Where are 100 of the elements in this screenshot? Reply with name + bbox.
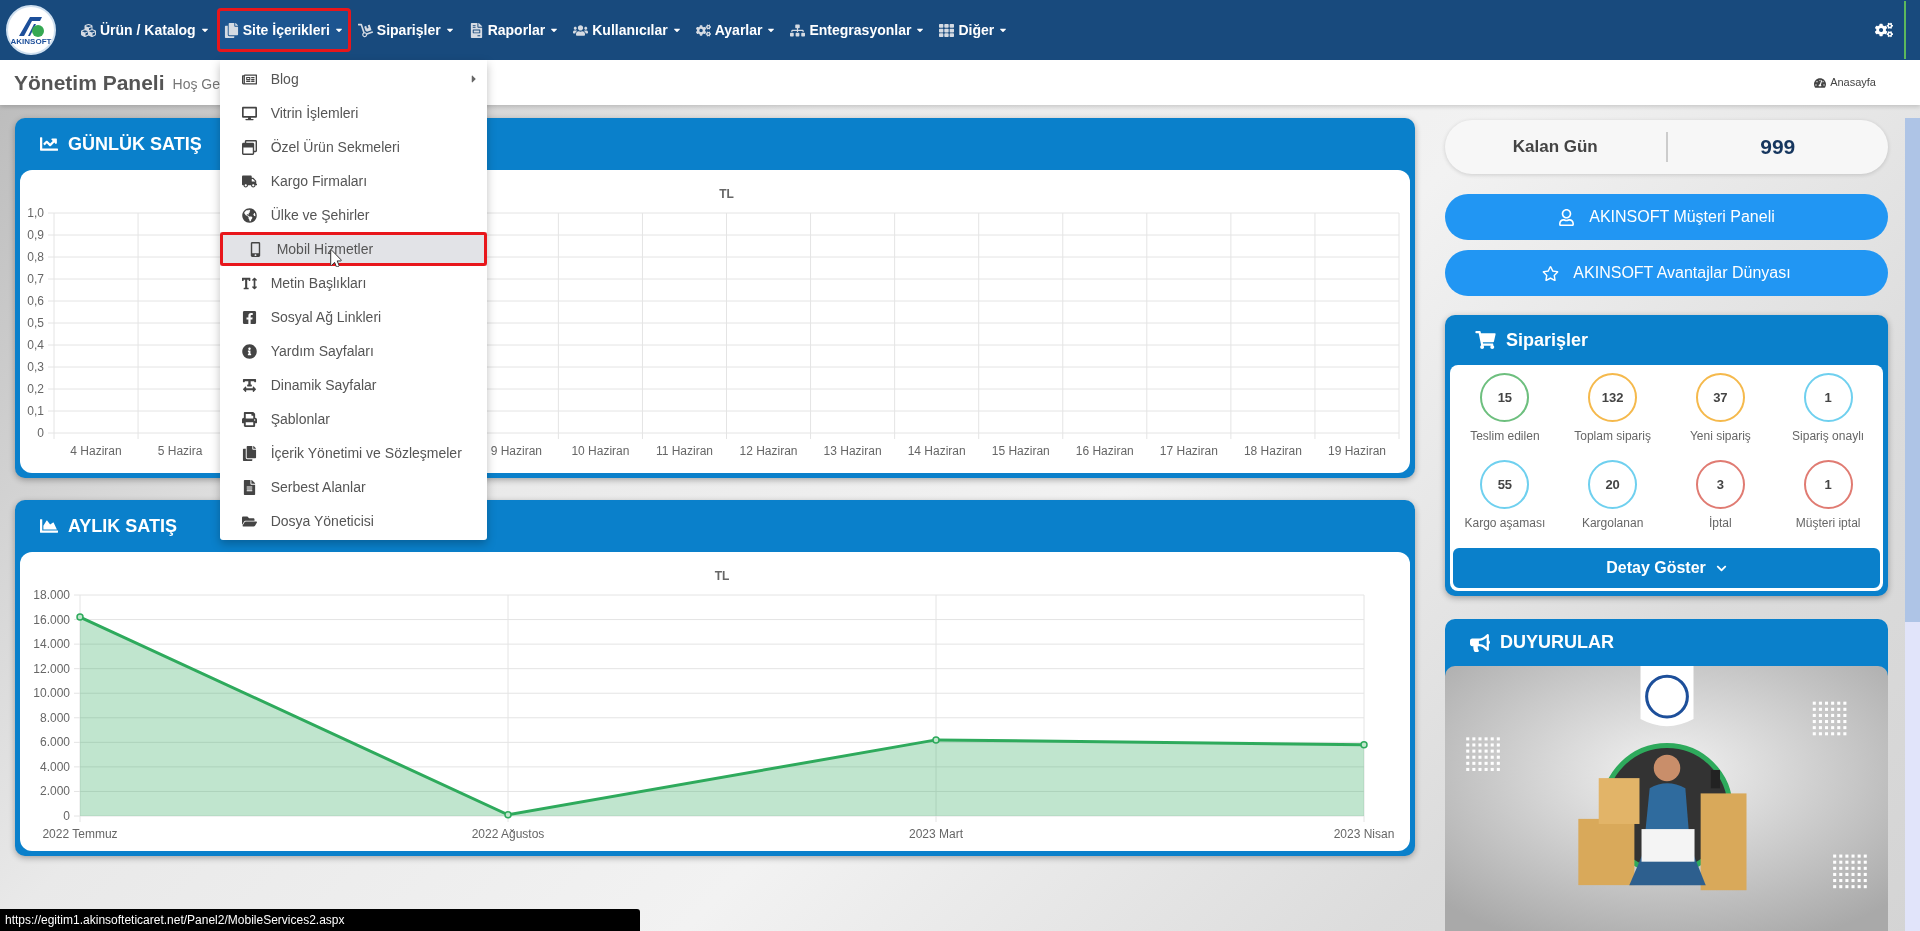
windows-icon — [241, 139, 257, 155]
menu-item[interactable]: Ülke ve Şehirler — [219, 198, 487, 232]
printer-icon — [241, 411, 257, 427]
axis-label: 13 Haziran — [823, 444, 882, 458]
sitemap-icon — [790, 22, 806, 38]
axis-label: 16.000 — [33, 612, 70, 627]
legend-label: TL — [714, 569, 730, 583]
stat-label: Teslim edilen — [1470, 428, 1540, 445]
data-point — [76, 613, 84, 621]
stat-label: Toplam sipariş — [1574, 428, 1651, 445]
axis-label: 1,0 — [27, 206, 44, 220]
menu-item[interactable]: Metin Başlıkları — [219, 266, 487, 300]
remaining-days-label: Kalan Gün — [1511, 136, 1599, 159]
card-title: GÜNLÜK SATIŞ — [68, 132, 202, 156]
stat-label: Yeni sipariş — [1689, 428, 1751, 445]
menu-item[interactable]: Serbest Alanlar — [219, 470, 487, 504]
user-icon — [1558, 208, 1576, 226]
users-icon — [573, 22, 589, 38]
stat-label: Sipariş onaylı — [1792, 428, 1865, 445]
pages-icon — [223, 22, 239, 38]
card-title: Siparişler — [1506, 328, 1589, 352]
line-chart-icon — [40, 135, 58, 153]
menu-item[interactable]: Mobil Hizmetler — [219, 232, 487, 266]
axis-label: 15 Haziran — [991, 444, 1050, 458]
legend-label: TL — [719, 187, 734, 201]
axis-label: 0,3 — [27, 360, 44, 374]
data-point — [1360, 741, 1368, 749]
axis-label: 0 — [63, 809, 70, 823]
dolly-icon — [357, 22, 373, 38]
remaining-days-value: 999 — [1759, 134, 1797, 161]
logo[interactable]: AKINSOFT — [6, 5, 56, 55]
nav-menu-item[interactable]: Siparişler — [350, 8, 462, 52]
axis-label: 0,1 — [27, 404, 44, 418]
axis-label: 0,8 — [27, 250, 44, 264]
axis-label: 2.000 — [39, 784, 70, 799]
grid-icon — [939, 22, 955, 38]
nav-menu-item[interactable]: Ürün / Katalog — [74, 8, 217, 52]
star-icon — [1542, 264, 1560, 282]
menu-item[interactable]: Dinamik Sayfalar — [219, 368, 487, 402]
menu-item[interactable]: Özel Ürün Sekmeleri — [219, 130, 487, 164]
menu-item[interactable]: İçerik Yönetimi ve Sözleşmeler — [219, 436, 487, 470]
axis-label: 0,6 — [27, 294, 44, 308]
axis-label: 2022 Temmuz — [42, 827, 118, 841]
axis-label: 14.000 — [33, 637, 70, 652]
file-icon — [241, 479, 257, 495]
text-width-icon — [241, 377, 257, 393]
nav-menu-item[interactable]: Ayarlar — [688, 8, 784, 52]
axis-label: 18 Haziran — [1243, 444, 1302, 458]
axis-label: 18.000 — [33, 588, 70, 602]
axis-label: 2023 Nisan — [1333, 827, 1395, 841]
details-button[interactable]: Detay Göster — [1451, 546, 1882, 590]
area-chart-icon — [40, 517, 58, 535]
text-height-icon — [241, 275, 257, 291]
axis-label: 6.000 — [39, 735, 70, 750]
nav-menu-item[interactable]: Site İçerikleri — [216, 8, 351, 52]
axis-label: 10 Haziran — [571, 444, 630, 458]
axis-label: 8.000 — [39, 710, 70, 725]
logo-text: AKINSOFT — [10, 38, 52, 46]
axis-label: 0,5 — [27, 316, 44, 330]
stat-label: Kargo aşaması — [1464, 515, 1546, 532]
scrollbar[interactable] — [1905, 118, 1920, 931]
nav-menu-item[interactable]: Kullanıcılar — [566, 8, 689, 52]
axis-label: 12 Haziran — [739, 444, 798, 458]
nav-menu-item[interactable]: Diğer — [932, 8, 1016, 52]
axis-label: 17 Haziran — [1159, 444, 1218, 458]
axis-label: 19 Haziran — [1327, 444, 1386, 458]
breadcrumb-link[interactable]: Anasayfa — [1814, 74, 1876, 91]
axis-label: 4 Haziran — [70, 444, 122, 458]
menu-item[interactable]: Dosya Yöneticisi — [219, 504, 487, 538]
nav-menu-item[interactable]: Raporlar — [461, 8, 567, 52]
truck-icon — [241, 173, 257, 189]
page-title: Yönetim Paneli — [14, 69, 165, 96]
axis-label: 0,9 — [27, 228, 44, 242]
cubes-icon — [81, 22, 96, 38]
status-url: https://egitim1.akinsofteticaret.net/Panel2/MobileServices2.aspx — [5, 912, 345, 929]
card-title: DUYURULAR — [1500, 631, 1614, 654]
menu-item[interactable]: Yardım Sayfaları — [219, 334, 487, 368]
stat-label: Kargolanan — [1581, 515, 1644, 532]
menu-item[interactable]: Blog — [219, 62, 487, 96]
menu-item[interactable]: Kargo Firmaları — [219, 164, 487, 198]
cart-icon — [1475, 331, 1496, 349]
axis-label: 5 Hazira — [157, 444, 203, 458]
megaphone-icon — [1470, 633, 1490, 652]
menu-item[interactable]: Vitrin İşlemleri — [219, 96, 487, 130]
report-icon — [468, 22, 484, 38]
nav-menu-item[interactable]: Entegrasyonlar — [783, 8, 933, 52]
axis-label: 11 Haziran — [655, 444, 714, 458]
page-subtitle: Hoş Ge — [172, 75, 220, 94]
data-point — [932, 736, 940, 744]
card-title: AYLIK SATIŞ — [68, 514, 178, 538]
axis-label: 0,4 — [27, 338, 44, 352]
axis-label: 16 Haziran — [1075, 444, 1134, 458]
stat-label: Müşteri iptal — [1795, 515, 1861, 532]
axis-label: 10.000 — [33, 686, 70, 701]
axis-label: 14 Haziran — [907, 444, 966, 458]
axis-label: 12.000 — [33, 661, 70, 676]
menu-item[interactable]: Şablonlar — [219, 402, 487, 436]
dashboard-icon — [1814, 76, 1827, 89]
menu-item[interactable]: Sosyal Ağ Linkleri — [219, 300, 487, 334]
stat-label: İptal — [1709, 515, 1732, 532]
